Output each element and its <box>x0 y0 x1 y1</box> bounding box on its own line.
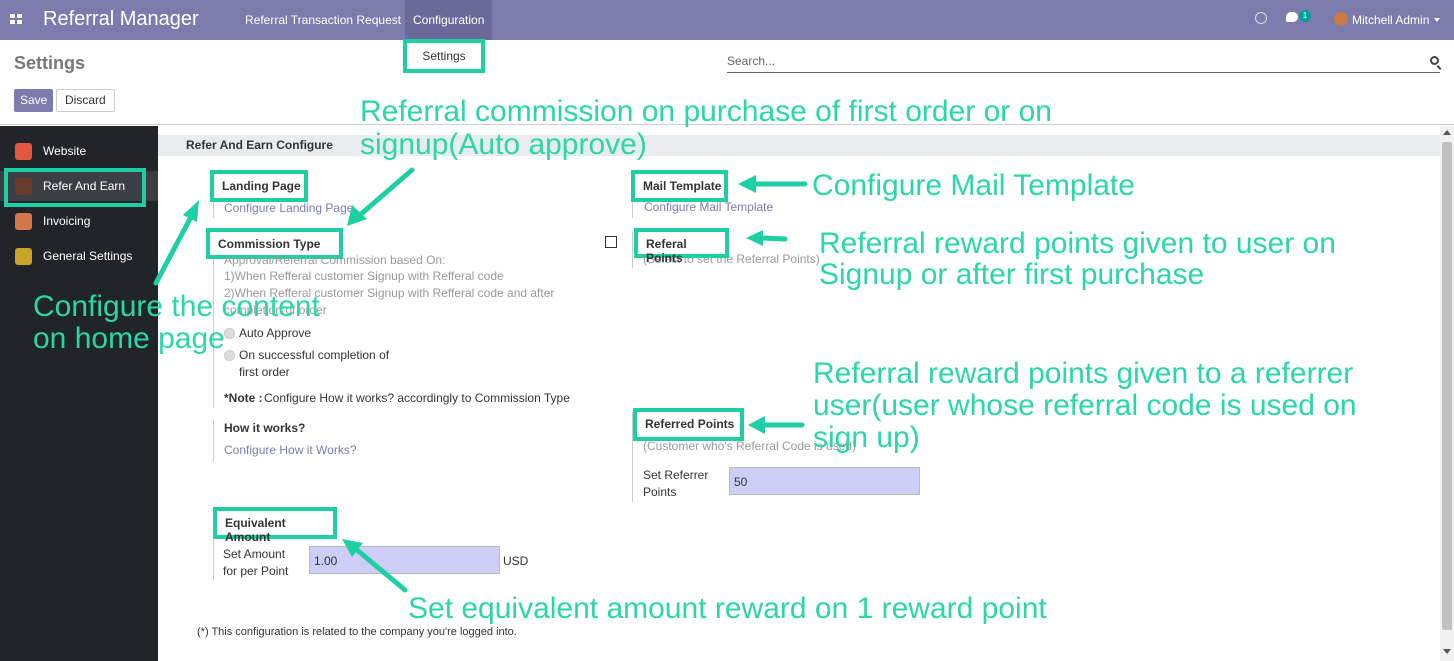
arrow-equivalent <box>354 547 408 593</box>
arrow-referal <box>759 235 788 242</box>
annotation-commission: Referral commission on purchase of first… <box>360 95 1052 128</box>
annotation-referrer: user(user whose referral code is used on <box>813 389 1357 422</box>
annotation-reward: Referral reward points given to user on <box>819 227 1336 260</box>
arrow-content <box>153 212 195 286</box>
annotation-content: Configure the content <box>33 290 320 323</box>
annotation-referrer: sign up) <box>813 421 920 454</box>
annotation-equivalent: Set equivalent amount reward on 1 reward… <box>408 592 1047 625</box>
annotation-referrer: Referral reward points given to a referr… <box>813 357 1354 390</box>
annotation-mail: Configure Mail Template <box>812 169 1135 202</box>
annotation-commission: signup(Auto approve) <box>360 128 647 161</box>
arrow-commission <box>357 167 415 218</box>
annotation-reward: Signup or after first purchase <box>819 258 1205 291</box>
annotation-content: on home page <box>33 322 225 355</box>
